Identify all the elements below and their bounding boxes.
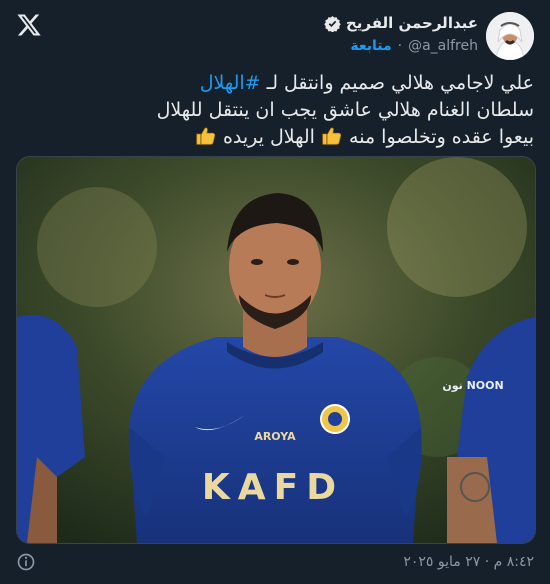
jersey-brand-text: AROYA — [254, 430, 296, 443]
tweet-timestamp[interactable]: ٨:٤٢ م · ٢٧ مايو ٢٠٢٥ — [403, 554, 534, 570]
follow-button[interactable]: متابعة — [350, 38, 391, 54]
tweet-line-3-b: الهلال يريده — [222, 126, 315, 148]
tweet-line-3-a: بيعوا عقده وتخلصوا منه — [349, 126, 534, 148]
teammate-sponsor-text: نون NOON — [442, 379, 503, 392]
tweet-line-2: سلطان الغنام هلالي عاشق يجب ان ينتقل لله… — [156, 99, 534, 121]
tweet-line-1-text: علي لاجامي هلالي صميم وانتقل لـ — [266, 72, 534, 94]
x-logo-icon[interactable] — [16, 12, 42, 38]
thumbs-up-emoji — [196, 127, 215, 145]
info-icon[interactable] — [16, 552, 36, 572]
author-handle[interactable]: @a_alfreh — [408, 38, 478, 54]
author-handle-row: متابعة · @a_alfreh — [350, 38, 478, 54]
author-display-name[interactable]: عبدالرحمن الفريح — [346, 14, 478, 32]
tweet-line-3: بيعوا عقده وتخلصوا منه الهلال يريده — [16, 124, 534, 151]
tweet-text: علي لاجامي هلالي صميم وانتقل لـ #الهلال … — [16, 70, 534, 151]
hashtag-link[interactable]: #الهلال — [200, 72, 261, 94]
separator-dot: · — [397, 38, 403, 54]
jersey-sponsor-text: KAFD — [202, 467, 344, 508]
tweet-line-1: علي لاجامي هلالي صميم وانتقل لـ #الهلال — [16, 70, 534, 97]
avatar-image — [486, 12, 534, 60]
author-name-row: عبدالرحمن الفريح — [324, 14, 478, 32]
thumbs-up-emoji — [322, 127, 342, 145]
author-avatar[interactable] — [486, 12, 534, 60]
player-photo: AROYA KAFD نون NOON — [17, 157, 535, 543]
tweet-footer: ٨:٤٢ م · ٢٧ مايو ٢٠٢٥ — [16, 548, 534, 576]
verified-badge-icon — [324, 15, 341, 32]
tweet-media-image[interactable]: AROYA KAFD نون NOON — [16, 156, 536, 544]
